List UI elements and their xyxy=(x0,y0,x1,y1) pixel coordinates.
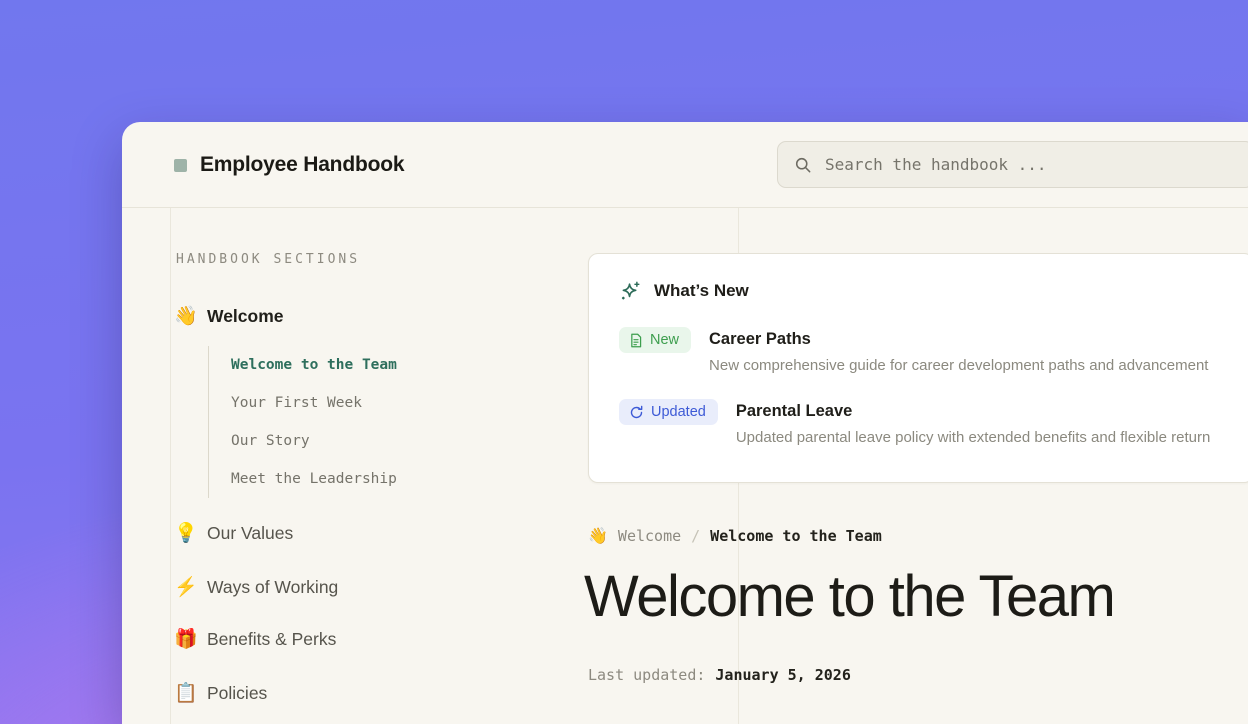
last-updated-label: Last updated: xyxy=(588,666,705,684)
news-title: Parental Leave xyxy=(736,399,1210,421)
last-updated: Last updated: January 5, 2026 xyxy=(588,666,851,684)
sidebar-item-policies[interactable]: 📋 Policies xyxy=(174,679,267,707)
news-title: Career Paths xyxy=(709,327,1208,349)
sidebar-subitem-meet-the-leadership[interactable]: Meet the Leadership xyxy=(231,460,397,498)
news-text: Parental Leave Updated parental leave po… xyxy=(736,399,1210,446)
refresh-icon xyxy=(629,405,644,420)
app-window: Employee Handbook HANDBOOK SECTIONS 👋 We… xyxy=(122,122,1248,724)
app-title: Employee Handbook xyxy=(200,153,404,177)
sidebar-item-ways-of-working[interactable]: ⚡ Ways of Working xyxy=(174,573,338,601)
sidebar-item-label: Policies xyxy=(207,683,267,704)
news-item-parental-leave[interactable]: Updated Parental Leave Updated parental … xyxy=(619,399,1223,446)
badge-label: New xyxy=(650,332,679,348)
document-icon xyxy=(629,333,643,348)
news-description: New comprehensive guide for career devel… xyxy=(709,357,1208,374)
logo-mark xyxy=(174,159,187,172)
gift-emoji-icon: 🎁 xyxy=(174,627,196,651)
wave-emoji-icon: 👋 xyxy=(588,526,608,545)
new-badge: New xyxy=(619,327,691,353)
app-header: Employee Handbook xyxy=(122,122,1248,208)
clipboard-emoji-icon: 📋 xyxy=(174,681,196,705)
sidebar-item-our-values[interactable]: 💡 Our Values xyxy=(174,519,293,547)
last-updated-value: January 5, 2026 xyxy=(715,666,850,684)
news-description: Updated parental leave policy with exten… xyxy=(736,429,1210,446)
search-input[interactable] xyxy=(825,155,1237,174)
sidebar-item-welcome[interactable]: 👋 Welcome xyxy=(174,302,284,330)
app-body: HANDBOOK SECTIONS 👋 Welcome Welcome to t… xyxy=(122,208,1248,724)
sidebar-item-label: Benefits & Perks xyxy=(207,629,336,650)
updated-badge: Updated xyxy=(619,399,718,425)
sidebar-heading: HANDBOOK SECTIONS xyxy=(176,252,360,267)
badge-label: Updated xyxy=(651,404,706,420)
lightning-emoji-icon: ⚡ xyxy=(174,575,196,599)
whats-new-header: What’s New xyxy=(619,280,1223,302)
main-content: What’s New New Career Paths xyxy=(588,208,1248,724)
breadcrumb-separator: / xyxy=(691,527,700,545)
brand: Employee Handbook xyxy=(174,122,404,208)
sidebar-subitem-your-first-week[interactable]: Your First Week xyxy=(231,384,397,422)
grid-line-left xyxy=(170,208,171,724)
search-icon xyxy=(794,156,812,174)
sidebar-sublist: Welcome to the Team Your First Week Our … xyxy=(208,346,397,498)
sidebar: HANDBOOK SECTIONS 👋 Welcome Welcome to t… xyxy=(174,208,574,724)
sidebar-item-label: Our Values xyxy=(207,523,293,544)
news-text: Career Paths New comprehensive guide for… xyxy=(709,327,1208,374)
breadcrumb-page: Welcome to the Team xyxy=(710,527,882,545)
sidebar-subitem-welcome-to-the-team[interactable]: Welcome to the Team xyxy=(231,346,397,384)
page-title: Welcome to the Team xyxy=(584,568,1114,626)
sidebar-item-label: Ways of Working xyxy=(207,577,338,598)
lightbulb-emoji-icon: 💡 xyxy=(174,521,196,545)
search-box[interactable] xyxy=(777,141,1248,188)
sidebar-subitem-our-story[interactable]: Our Story xyxy=(231,422,397,460)
sparkles-icon xyxy=(619,280,641,302)
desktop-background: { "window": { "title": "Employee Handboo… xyxy=(0,0,1248,724)
whats-new-card: What’s New New Career Paths xyxy=(588,253,1248,483)
wave-emoji-icon: 👋 xyxy=(174,304,196,328)
breadcrumb-section[interactable]: Welcome xyxy=(618,527,681,545)
breadcrumb: 👋 Welcome / Welcome to the Team xyxy=(588,526,882,545)
sidebar-item-label: Welcome xyxy=(207,306,284,327)
news-item-career-paths[interactable]: New Career Paths New comprehensive guide… xyxy=(619,327,1223,374)
sidebar-item-benefits-perks[interactable]: 🎁 Benefits & Perks xyxy=(174,625,336,653)
whats-new-title: What’s New xyxy=(654,281,749,301)
